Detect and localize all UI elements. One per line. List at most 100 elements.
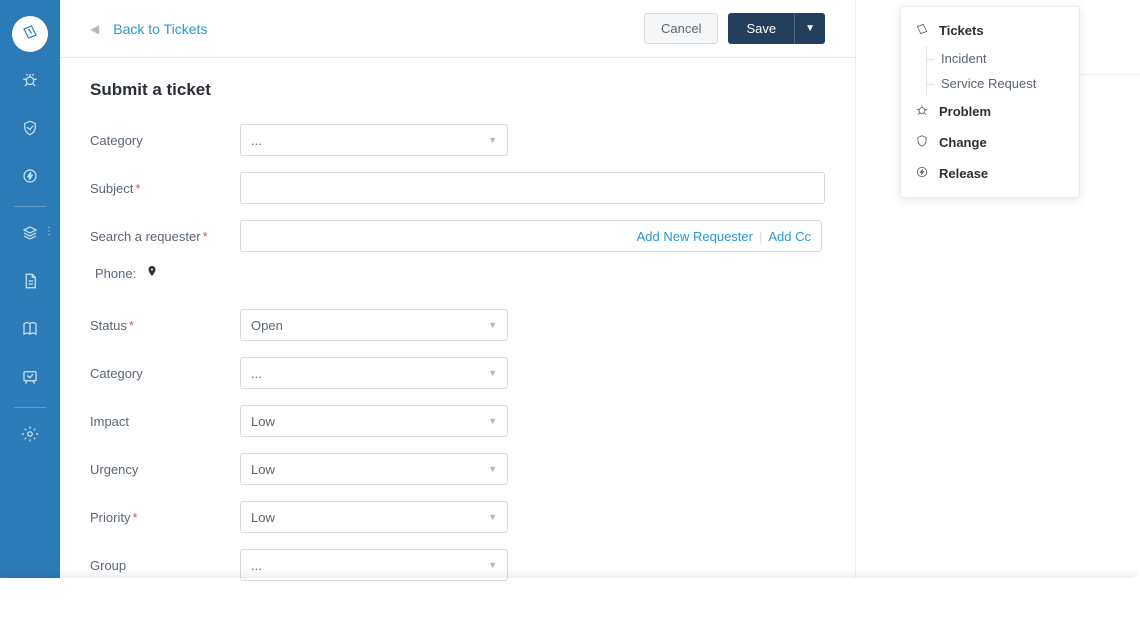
- save-button-group: Save ▼: [728, 13, 825, 44]
- cancel-button[interactable]: Cancel: [644, 13, 718, 44]
- label-status: Status*: [90, 318, 240, 333]
- row-urgency: Urgency Low ▼: [90, 453, 825, 485]
- sidebar-item-doc[interactable]: [12, 265, 48, 301]
- header-bar: ◀ Back to Tickets Cancel Save ▼: [60, 0, 855, 58]
- select-value: ...: [251, 366, 262, 381]
- chevron-down-icon: ▼: [488, 135, 497, 145]
- bug-icon: [21, 71, 39, 94]
- label-urgency: Urgency: [90, 462, 240, 477]
- subject-input[interactable]: [240, 172, 825, 204]
- label-priority: Priority*: [90, 510, 240, 525]
- sidebar-item-stack[interactable]: ⋮: [12, 217, 48, 253]
- right-column: Tickets Incident Service Request Problem…: [855, 0, 1140, 578]
- gear-icon: [21, 425, 39, 448]
- dropdown-item-tickets[interactable]: Tickets: [901, 15, 1079, 46]
- dropdown-label: Problem: [939, 104, 991, 119]
- chevron-down-icon: ▼: [488, 368, 497, 378]
- row-group: Group ... ▼: [90, 549, 825, 581]
- sidebar-separator: [14, 206, 46, 207]
- select-impact[interactable]: Low ▼: [240, 405, 508, 437]
- sidebar-item-bug[interactable]: [12, 64, 48, 100]
- required-mark: *: [129, 318, 134, 333]
- left-sidebar: ⋮: [0, 0, 60, 578]
- required-mark: *: [135, 181, 140, 196]
- sidebar-item-gear[interactable]: [12, 418, 48, 454]
- select-value: ...: [251, 133, 262, 148]
- sidebar-item-shield[interactable]: [12, 112, 48, 148]
- select-group[interactable]: ... ▼: [240, 549, 508, 581]
- label-subject: Subject*: [90, 181, 240, 196]
- required-mark: *: [203, 229, 208, 244]
- label-category: Category: [90, 133, 240, 148]
- chevron-down-icon: ▼: [488, 320, 497, 330]
- vertical-divider: [855, 0, 856, 578]
- more-dots-icon: ⋮: [44, 226, 54, 237]
- label-category-2: Category: [90, 366, 240, 381]
- dropdown-label: Incident: [941, 51, 987, 66]
- page-title: Submit a ticket: [90, 80, 825, 100]
- badge-icon: [21, 368, 39, 391]
- sidebar-item-bolt[interactable]: [12, 160, 48, 196]
- dropdown-item-service-request[interactable]: Service Request: [901, 71, 1079, 96]
- save-button[interactable]: Save: [728, 13, 794, 44]
- main-panel: ◀ Back to Tickets Cancel Save ▼ Submit a…: [60, 0, 855, 578]
- row-requester: Search a requester* Add New Requester | …: [90, 220, 825, 252]
- dropdown-item-incident[interactable]: Incident: [901, 46, 1079, 71]
- dropdown-item-problem[interactable]: Problem: [901, 96, 1079, 127]
- label-impact: Impact: [90, 414, 240, 429]
- label-requester: Search a requester*: [90, 229, 240, 244]
- select-value: Low: [251, 414, 275, 429]
- row-category-2: Category ... ▼: [90, 357, 825, 389]
- sidebar-item-badge[interactable]: [12, 361, 48, 397]
- bug-icon: [915, 103, 929, 120]
- save-dropdown-button[interactable]: ▼: [794, 13, 825, 44]
- dropdown-item-change[interactable]: Change: [901, 127, 1079, 158]
- select-value: Open: [251, 318, 283, 333]
- dropdown-item-release[interactable]: Release: [901, 158, 1079, 189]
- location-pin-icon: [146, 264, 158, 283]
- select-value: ...: [251, 558, 262, 573]
- bolt-icon: [21, 167, 39, 190]
- chevron-down-icon: ▼: [488, 416, 497, 426]
- new-item-dropdown: Tickets Incident Service Request Problem…: [900, 6, 1080, 198]
- ticket-icon: [21, 23, 39, 46]
- back-to-tickets-link[interactable]: ◀ Back to Tickets: [90, 21, 207, 37]
- shield-icon: [21, 119, 39, 142]
- book-icon: [21, 320, 39, 343]
- required-mark: *: [132, 510, 137, 525]
- back-arrow-icon: ◀: [90, 22, 99, 36]
- row-priority: Priority* Low ▼: [90, 501, 825, 533]
- dropdown-label: Release: [939, 166, 988, 181]
- row-category: Category ... ▼: [90, 124, 825, 156]
- select-status[interactable]: Open ▼: [240, 309, 508, 341]
- row-impact: Impact Low ▼: [90, 405, 825, 437]
- requester-input[interactable]: Add New Requester | Add Cc: [240, 220, 822, 252]
- chevron-down-icon: ▼: [488, 560, 497, 570]
- sidebar-item-tickets[interactable]: [12, 16, 48, 52]
- add-cc-link[interactable]: Add Cc: [768, 229, 811, 244]
- sidebar-separator-2: [14, 407, 46, 408]
- sidebar-item-book[interactable]: [12, 313, 48, 349]
- dropdown-label: Tickets: [939, 23, 984, 38]
- shield-icon: [915, 134, 929, 151]
- select-priority[interactable]: Low ▼: [240, 501, 508, 533]
- select-category[interactable]: ... ▼: [240, 124, 508, 156]
- select-value: Low: [251, 510, 275, 525]
- back-label: Back to Tickets: [113, 21, 207, 37]
- row-subject: Subject*: [90, 172, 825, 204]
- stack-icon: [21, 224, 39, 247]
- dropdown-label: Change: [939, 135, 987, 150]
- form-area: Submit a ticket Category ... ▼ Subject* …: [60, 58, 855, 627]
- select-category-2[interactable]: ... ▼: [240, 357, 508, 389]
- label-group: Group: [90, 558, 240, 573]
- header-actions: Cancel Save ▼: [644, 13, 825, 44]
- ticket-icon: [915, 22, 929, 39]
- row-status: Status* Open ▼: [90, 309, 825, 341]
- row-phone: Phone:: [95, 264, 825, 283]
- add-new-requester-link[interactable]: Add New Requester: [637, 229, 753, 244]
- doc-icon: [21, 272, 39, 295]
- chevron-down-icon: ▼: [488, 512, 497, 522]
- separator: |: [759, 229, 762, 244]
- chevron-down-icon: ▼: [488, 464, 497, 474]
- select-urgency[interactable]: Low ▼: [240, 453, 508, 485]
